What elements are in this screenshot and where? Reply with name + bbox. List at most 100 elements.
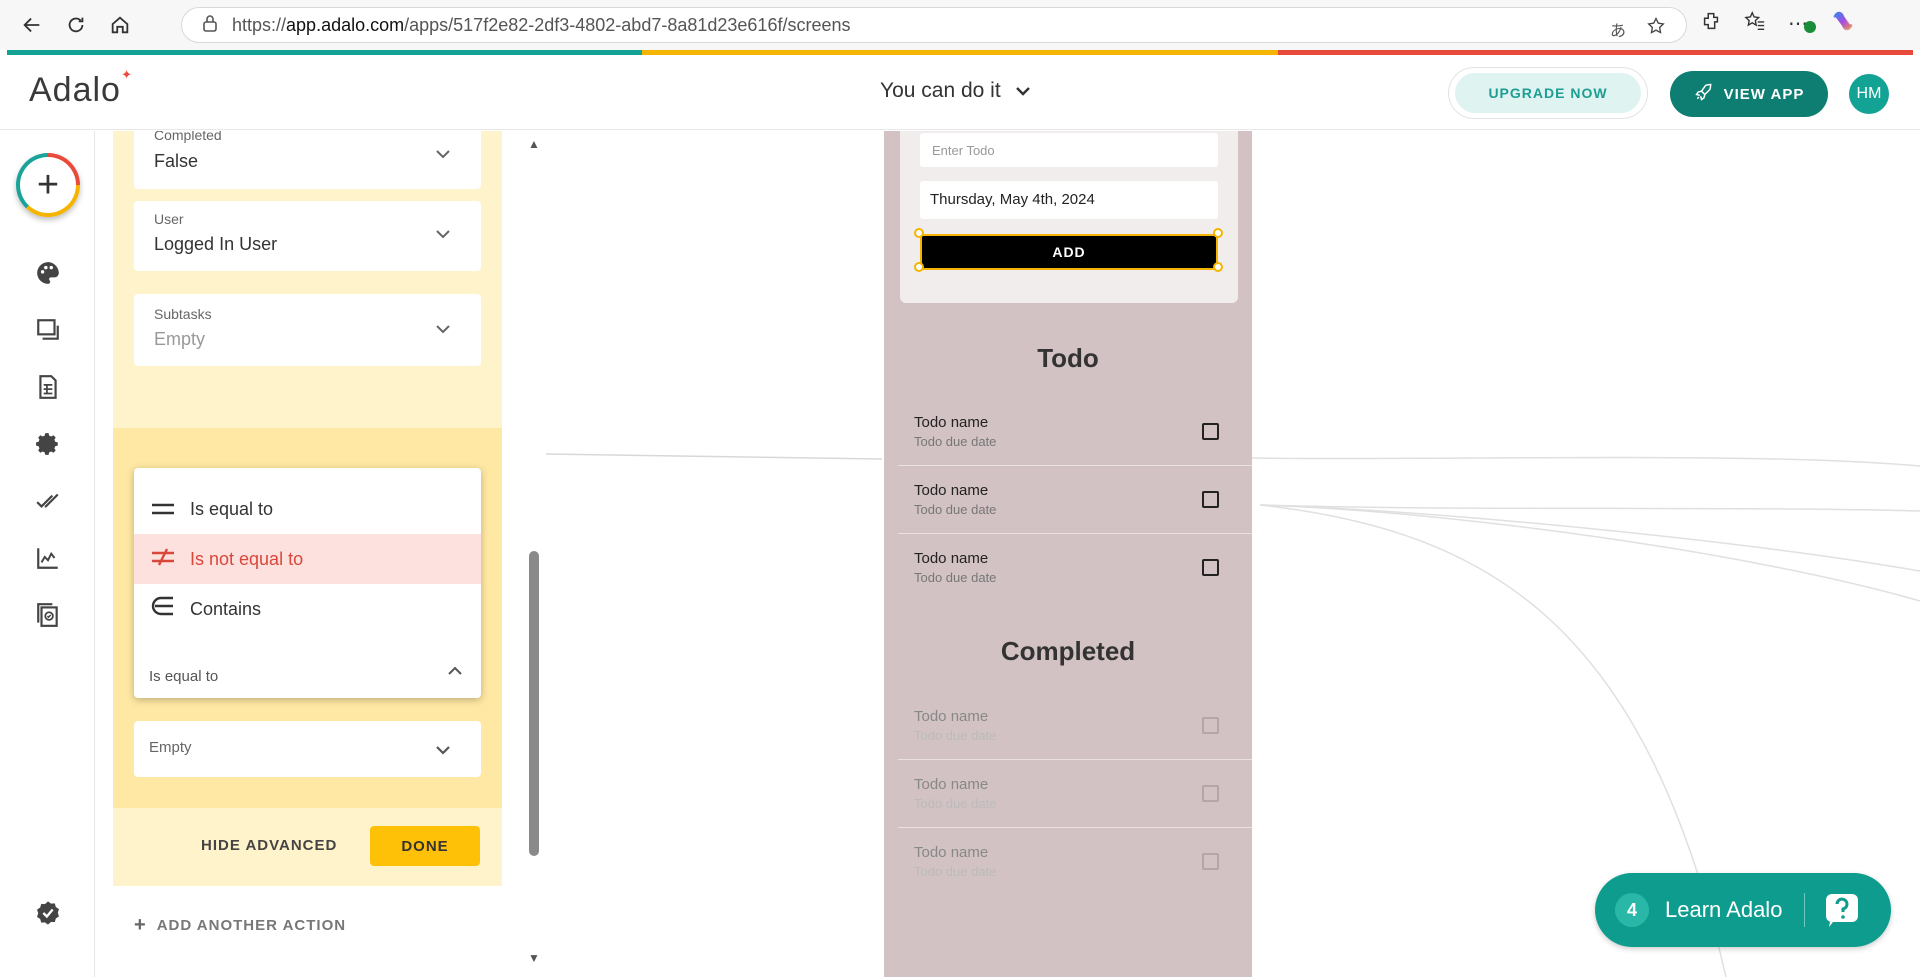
field-label: Completed — [154, 131, 222, 143]
add-todo-button[interactable]: ADD — [920, 234, 1218, 270]
adalo-logo[interactable]: Adalo ✦ — [29, 67, 132, 110]
contains-icon — [150, 596, 176, 622]
list-item[interactable]: Todo name Todo due date — [898, 760, 1252, 828]
field-label: User — [154, 211, 184, 227]
resize-handle[interactable] — [1213, 228, 1223, 238]
list-item[interactable]: Todo name Todo due date — [898, 534, 1252, 602]
app-name: You can do it — [880, 79, 1001, 102]
scroll-up-arrow-icon[interactable]: ▲ — [528, 137, 540, 151]
date-input[interactable]: Thursday, May 4th, 2024 — [920, 181, 1218, 219]
field-subtasks[interactable]: Subtasks Empty — [134, 294, 481, 366]
screens-icon[interactable] — [31, 313, 65, 347]
scroll-down-arrow-icon[interactable]: ▼ — [528, 951, 540, 965]
upgrade-now-label: UPGRADE NOW — [1455, 73, 1641, 113]
add-another-action-button[interactable]: + ADD ANOTHER ACTION — [134, 914, 346, 937]
read-aloud-icon[interactable]: あ — [1610, 17, 1626, 41]
app-switcher[interactable]: You can do it — [880, 79, 1031, 103]
field-completed[interactable]: Completed False — [134, 131, 481, 189]
option-contains[interactable]: Contains — [134, 584, 481, 634]
settings-gear-icon[interactable] — [31, 427, 65, 461]
todo-form: Enter Todo Thursday, May 4th, 2024 ADD — [900, 131, 1238, 303]
chevron-up-icon[interactable] — [447, 664, 463, 682]
todo-input[interactable]: Enter Todo — [920, 133, 1218, 167]
help-chat-icon[interactable] — [1823, 891, 1861, 929]
address-bar[interactable]: https://app.adalo.com/apps/517f2e82-2df3… — [181, 7, 1687, 43]
field-value: Logged In User — [154, 234, 278, 254]
verified-badge-icon[interactable] — [31, 896, 65, 930]
chevron-down-icon — [435, 147, 451, 165]
field-value: False — [154, 151, 199, 171]
checkbox[interactable] — [1202, 423, 1219, 440]
checkbox[interactable] — [1202, 785, 1219, 802]
url-host: app.adalo.com — [286, 14, 405, 35]
todo-name: Todo name — [914, 708, 989, 725]
todo-due-date: Todo due date — [914, 434, 997, 449]
option-is-not-equal-to[interactable]: Is not equal to — [134, 534, 481, 584]
logo-text: Adalo — [29, 71, 121, 109]
completed-heading: Completed — [1000, 636, 1136, 666]
plus-icon: + — [20, 157, 76, 213]
list-item[interactable]: Todo name Todo due date — [898, 398, 1252, 466]
list-item[interactable]: Todo name Todo due date — [898, 692, 1252, 760]
favorite-star-icon[interactable] — [1646, 16, 1666, 41]
panel-scrollbar[interactable]: ▲ ▼ — [525, 131, 545, 977]
view-app-button[interactable]: VIEW APP — [1670, 71, 1828, 117]
option-is-equal-to[interactable]: Is equal to — [134, 484, 481, 534]
action-panel: Completed False User Logged In User Subt… — [96, 131, 526, 977]
scroll-thumb[interactable] — [529, 551, 539, 856]
version-check-icon[interactable] — [31, 598, 65, 632]
dropdown-selected-value: Is equal to — [149, 668, 219, 685]
back-icon[interactable] — [12, 5, 52, 45]
field-user[interactable]: User Logged In User — [134, 201, 481, 271]
resize-handle[interactable] — [914, 228, 924, 238]
done-button[interactable]: DONE — [370, 826, 480, 866]
logo-sparkle-icon: ✦ — [121, 67, 133, 82]
todo-name: Todo name — [914, 550, 989, 567]
refresh-icon[interactable] — [56, 5, 96, 45]
app-header: Adalo ✦ You can do it UPGRADE NOW VIEW A… — [0, 55, 1920, 130]
learn-adalo-label: Learn Adalo — [1665, 897, 1783, 922]
option-label: Is not equal to — [190, 548, 304, 569]
chevron-down-icon — [435, 227, 451, 245]
todo-screen[interactable]: Enter Todo Thursday, May 4th, 2024 ADD T… — [884, 131, 1252, 977]
more-menu-icon[interactable]: ⋯ — [1788, 11, 1816, 36]
avatar[interactable]: HM — [1849, 74, 1889, 114]
checkbox[interactable] — [1202, 559, 1219, 576]
checkbox[interactable] — [1202, 853, 1219, 870]
todo-name: Todo name — [914, 844, 989, 861]
todo-due-date: Todo due date — [914, 502, 997, 517]
hide-advanced-button[interactable]: HIDE ADVANCED — [201, 837, 337, 854]
resize-handle[interactable] — [914, 262, 924, 272]
chevron-down-icon — [435, 743, 451, 761]
left-toolbar: + — [0, 131, 95, 977]
resize-handle[interactable] — [1213, 262, 1223, 272]
add-component-button[interactable]: + — [16, 153, 80, 217]
equals-icon — [150, 496, 176, 522]
checkbox[interactable] — [1202, 717, 1219, 734]
database-icon[interactable] — [31, 370, 65, 404]
browser-toolbar: https://app.adalo.com/apps/517f2e82-2df3… — [0, 0, 1920, 50]
builder-canvas[interactable]: Enter Todo Thursday, May 4th, 2024 ADD T… — [546, 131, 1920, 977]
url-prefix: https:// — [232, 14, 287, 35]
value-select[interactable]: Empty — [134, 721, 481, 777]
comparison-dropdown[interactable]: Is equal to Is not equal to Contains Is … — [134, 468, 481, 698]
extensions-icon[interactable] — [1700, 10, 1722, 37]
view-app-label: VIEW APP — [1723, 85, 1805, 103]
list-item[interactable]: Todo name Todo due date — [898, 466, 1252, 534]
list-item[interactable]: Todo name Todo due date — [898, 828, 1252, 896]
copilot-icon[interactable] — [1830, 8, 1856, 39]
analytics-icon[interactable] — [31, 541, 65, 575]
add-action-label: ADD ANOTHER ACTION — [156, 917, 347, 934]
favorites-icon[interactable] — [1744, 10, 1766, 37]
chevron-down-icon — [435, 322, 451, 340]
divider — [1804, 893, 1806, 927]
learn-adalo-button[interactable]: 4 Learn Adalo — [1595, 873, 1891, 947]
checkbox[interactable] — [1202, 491, 1219, 508]
home-icon[interactable] — [100, 5, 140, 45]
upgrade-now-button[interactable]: UPGRADE NOW — [1448, 67, 1648, 119]
branding-palette-icon[interactable] — [31, 256, 65, 290]
learn-count-badge: 4 — [1615, 893, 1649, 927]
publish-checkmarks-icon[interactable] — [31, 484, 65, 518]
todo-due-date: Todo due date — [914, 864, 997, 879]
todo-heading: Todo — [1037, 343, 1099, 373]
